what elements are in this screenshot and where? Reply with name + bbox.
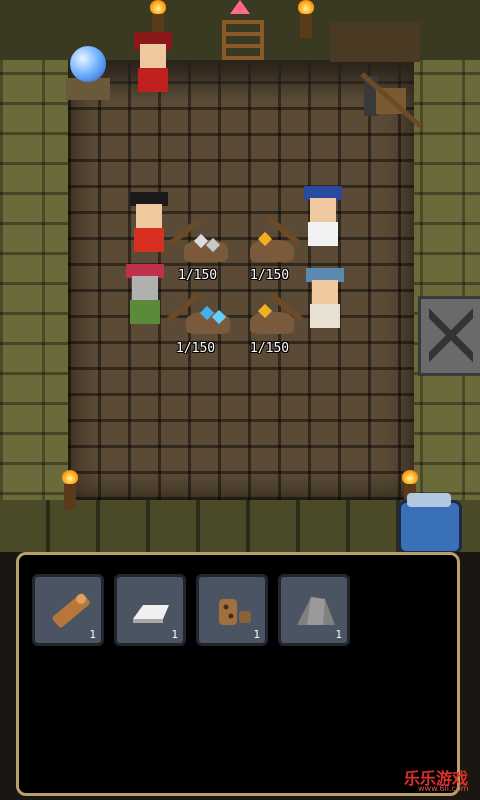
silver-ore-rock[interactable] (184, 233, 228, 262)
mining-counter: 1/150 (176, 341, 216, 356)
inventory-slot-stone[interactable]: 1 (278, 574, 350, 646)
silver-ingot-icon (133, 605, 169, 623)
miner-cowboy[interactable] (124, 190, 174, 260)
stone-icon (297, 597, 335, 625)
item-quantity: 1 (89, 628, 96, 641)
inventory-slot-silver[interactable]: 1 (114, 574, 186, 646)
inventory-slot-ore[interactable]: 1 (196, 574, 268, 646)
ladder-exit[interactable] (222, 20, 264, 60)
gold-ore-rock[interactable] (250, 303, 294, 334)
gold-ore-rock[interactable] (250, 231, 294, 262)
iron-door[interactable] (418, 296, 480, 376)
item-quantity: 1 (335, 628, 342, 641)
miner-aviator[interactable] (300, 266, 350, 336)
crossbow-rack-icon[interactable] (356, 70, 426, 130)
item-quantity: 1 (253, 628, 260, 641)
crystal-ore-rock[interactable] (186, 305, 230, 334)
torch-icon (64, 484, 76, 510)
mining-counter: 1/150 (178, 268, 218, 283)
mining-counter: 1/150 (250, 268, 290, 283)
inventory-slot-wood[interactable]: 1 (32, 574, 104, 646)
flame-icon (150, 0, 166, 14)
item-quantity: 1 (171, 628, 178, 641)
flame-icon (402, 470, 418, 484)
torch-icon (300, 12, 312, 38)
copper-ore-icon (219, 599, 251, 625)
miner-musketeer[interactable] (298, 184, 348, 254)
miner-knight[interactable] (120, 262, 170, 332)
mining-counter: 1/150 (250, 341, 290, 356)
merchant-npc[interactable] (128, 30, 178, 100)
crystal-ball-icon[interactable] (70, 46, 106, 82)
workbench[interactable] (330, 22, 420, 62)
flame-icon (298, 0, 314, 14)
treasure-chest-button-icon[interactable] (398, 493, 462, 554)
watermark-url: www.6ll.com (418, 784, 469, 793)
wood-log-icon (52, 593, 90, 628)
flame-icon (62, 470, 78, 484)
exit-up-arrow-icon[interactable] (230, 0, 250, 14)
